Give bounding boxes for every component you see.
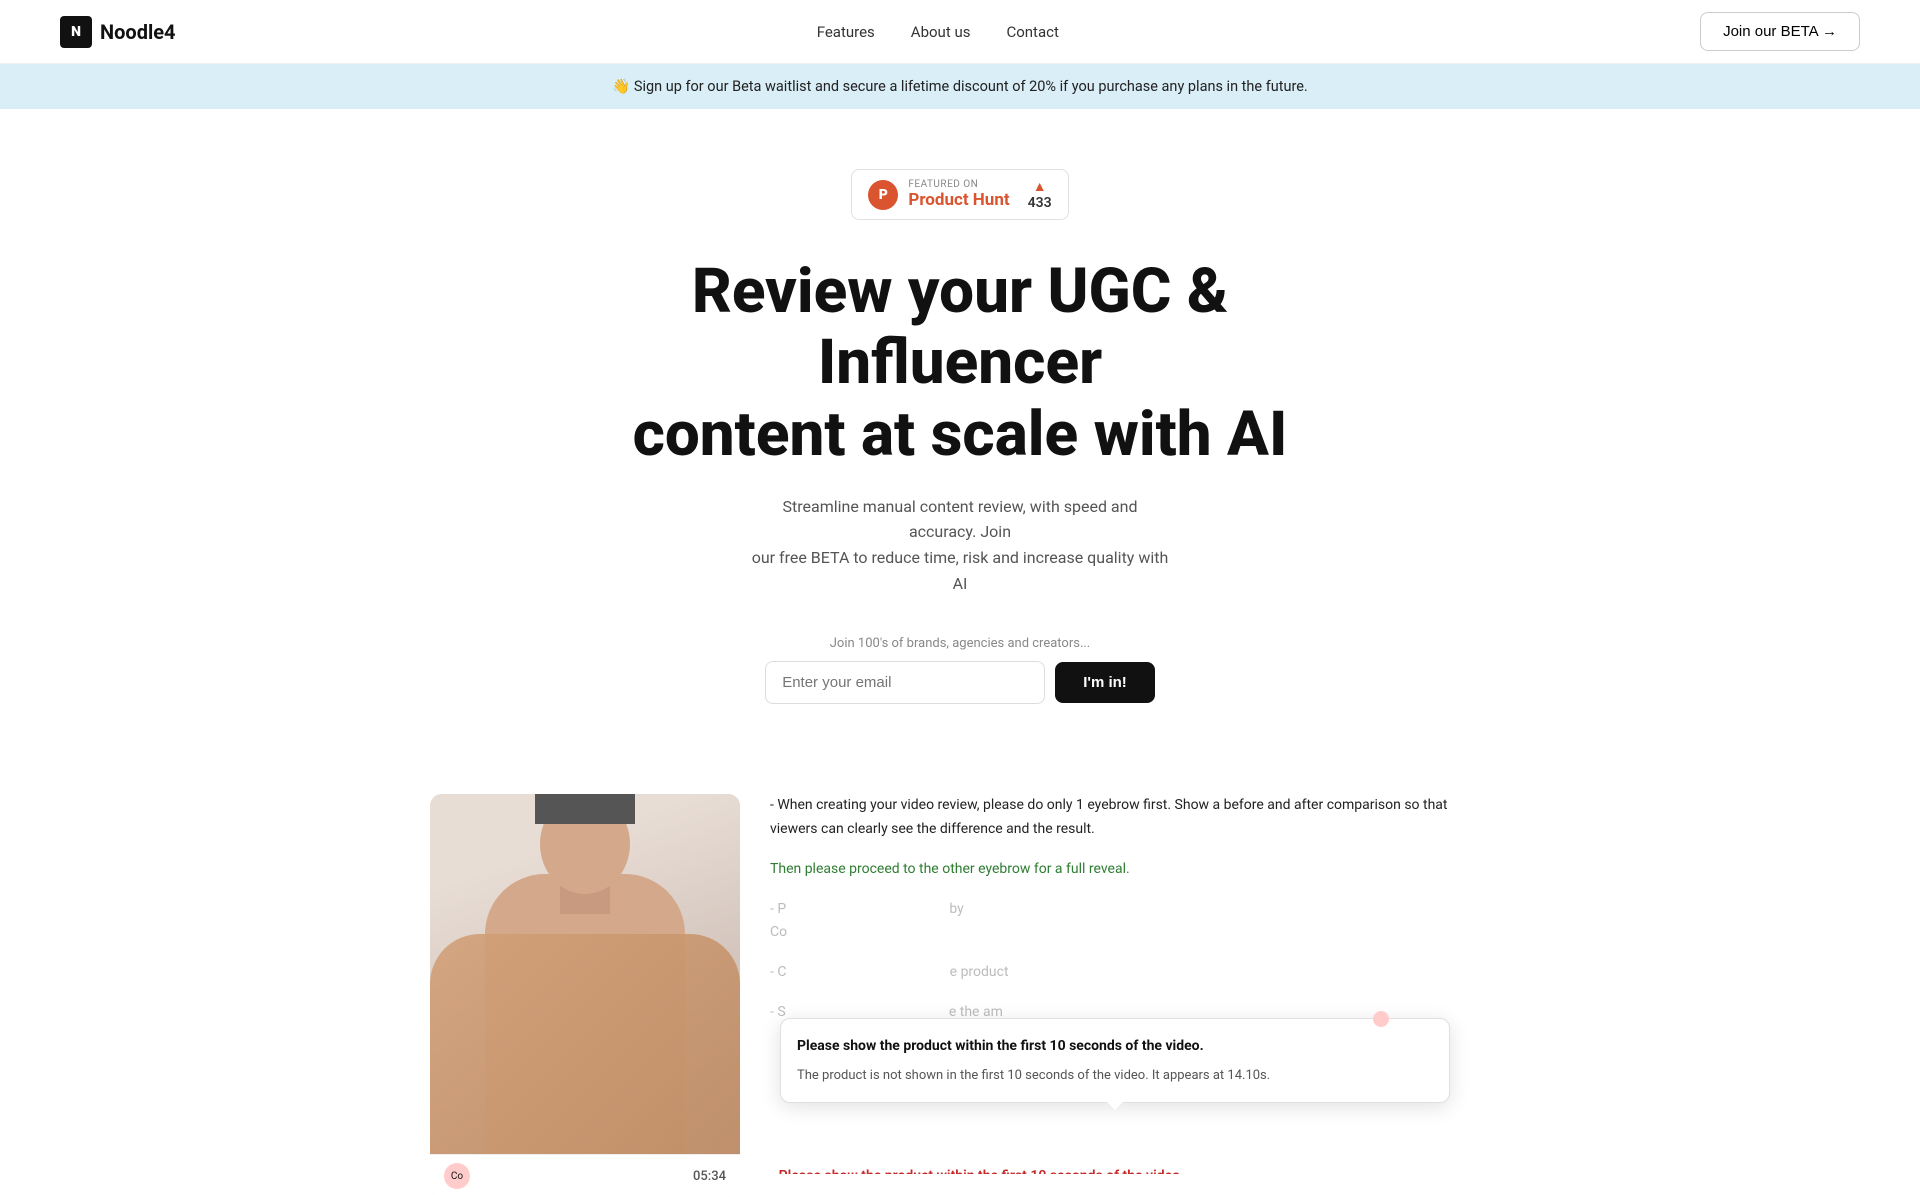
join-beta-button[interactable]: Join our BETA →: [1700, 12, 1860, 51]
nav-contact[interactable]: Contact: [1006, 23, 1058, 41]
submit-button[interactable]: I'm in!: [1055, 662, 1155, 703]
review-line-4: - C e product: [770, 961, 1490, 985]
headline-line2: content at scale with AI: [633, 398, 1288, 471]
ph-featured-label: FEATURED ON: [908, 179, 978, 190]
tooltip-header: Please show the product within the first…: [797, 1035, 1433, 1059]
ph-votes: ▲ 433: [1028, 178, 1052, 211]
logo-box: N: [60, 16, 92, 48]
subtext-line1: Streamline manual content review, with s…: [783, 497, 1138, 542]
avatar: Co: [444, 1163, 470, 1189]
hero-subtext: Streamline manual content review, with s…: [750, 494, 1170, 596]
video-bar: Co 05:34: [430, 1154, 740, 1197]
hero-headline: Review your UGC & Influencer content at …: [610, 256, 1310, 470]
product-hunt-logo: P: [868, 180, 898, 210]
review-bottom: - Please show the product within the fir…: [770, 1165, 1490, 1174]
ph-name-label: Product Hunt: [908, 190, 1009, 210]
nav-links: Features About us Contact: [817, 23, 1059, 41]
email-input[interactable]: [765, 661, 1045, 704]
review-line-3: - P byCo: [770, 898, 1490, 946]
review-line-1: - When creating your video review, pleas…: [770, 794, 1490, 842]
logo-text: Noodle4: [100, 20, 176, 44]
product-hunt-badge[interactable]: P FEATURED ON Product Hunt ▲ 433: [851, 169, 1068, 220]
tooltip-indicator: [1373, 1011, 1389, 1027]
logo-letter: N: [71, 24, 81, 40]
logo: N Noodle4: [60, 16, 176, 48]
tooltip-tail-icon: [1107, 1102, 1123, 1110]
banner-text: 👋 Sign up for our Beta waitlist and secu…: [612, 78, 1308, 95]
review-with-tooltip: - P byCo - C e product - S e the am: [770, 898, 1490, 1025]
review-panel: - When creating your video review, pleas…: [740, 794, 1490, 1174]
video-thumbnail: [430, 794, 740, 1154]
video-panel: Co 05:34: [430, 794, 740, 1197]
promo-banner: 👋 Sign up for our Beta waitlist and secu…: [0, 64, 1920, 109]
ph-arrow-icon: ▲: [1033, 178, 1047, 195]
navbar: N Noodle4 Features About us Contact Join…: [0, 0, 1920, 64]
product-hunt-text: FEATURED ON Product Hunt: [908, 179, 1009, 210]
hero-section: P FEATURED ON Product Hunt ▲ 433 Review …: [0, 109, 1920, 744]
ph-vote-count: 433: [1028, 195, 1052, 211]
review-bottom-line-1: - Please show the product within the fir…: [770, 1165, 1490, 1174]
email-form-label: Join 100's of brands, agencies and creat…: [20, 636, 1900, 651]
review-line-2: Then please proceed to the other eyebrow…: [770, 858, 1490, 882]
nav-features[interactable]: Features: [817, 23, 875, 41]
nav-about[interactable]: About us: [911, 23, 971, 41]
tooltip-popup: Please show the product within the first…: [780, 1018, 1450, 1103]
tooltip-body: The product is not shown in the first 10…: [797, 1066, 1433, 1086]
video-timestamp: 05:34: [693, 1169, 726, 1184]
subtext-line2: our free BETA to reduce time, risk and i…: [752, 548, 1169, 593]
email-signup-form: I'm in!: [20, 661, 1900, 704]
demo-section: Co 05:34 - When creating your video revi…: [410, 794, 1510, 1197]
headline-line1: Review your UGC & Influencer: [692, 255, 1228, 399]
